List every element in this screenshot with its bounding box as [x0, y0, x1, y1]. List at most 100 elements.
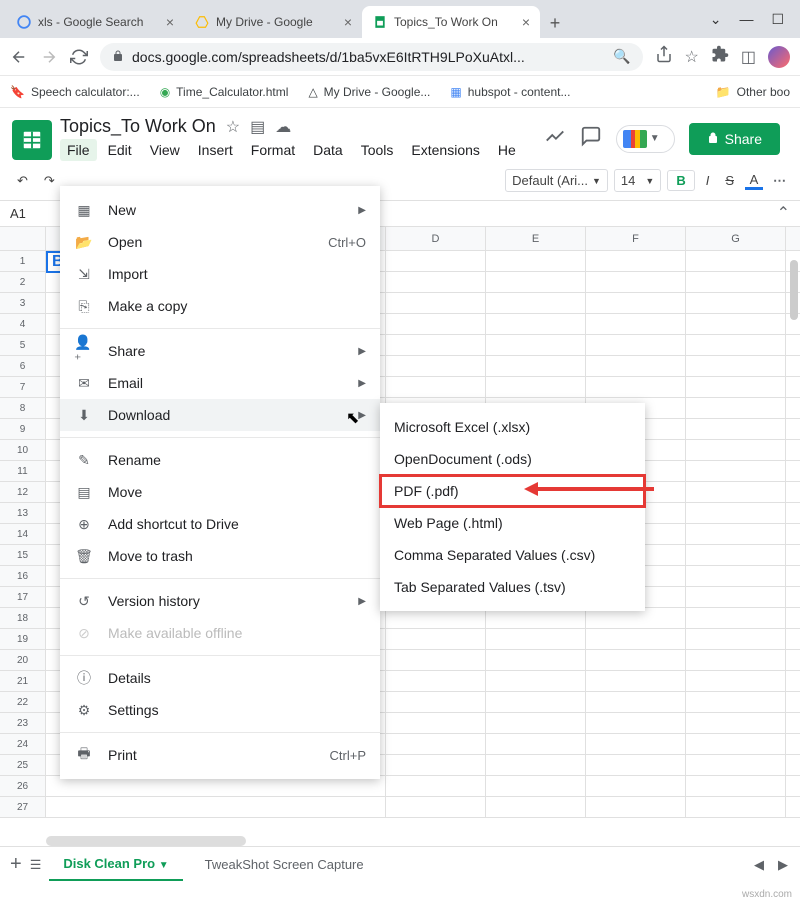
- menu-move[interactable]: ▤Move: [60, 476, 380, 508]
- vertical-scrollbar[interactable]: [790, 260, 798, 320]
- menu-settings[interactable]: ⚙Settings: [60, 694, 380, 726]
- collapse-toolbar-icon[interactable]: ⌃: [777, 203, 790, 223]
- strikethrough-button[interactable]: S: [720, 170, 739, 191]
- horizontal-scrollbar[interactable]: [46, 836, 246, 846]
- download-tsv[interactable]: Tab Separated Values (.tsv): [380, 571, 645, 603]
- menu-share[interactable]: 👤⁺Share▶: [60, 335, 380, 367]
- sheet-nav-right[interactable]: ▶: [778, 857, 788, 873]
- row-header[interactable]: 7: [0, 377, 46, 398]
- menu-version-history[interactable]: ↺Version history▶: [60, 585, 380, 617]
- menu-tools[interactable]: Tools: [354, 139, 401, 161]
- row-header[interactable]: 5: [0, 335, 46, 356]
- row-header[interactable]: 25: [0, 755, 46, 776]
- row-header[interactable]: 26: [0, 776, 46, 797]
- menu-details[interactable]: ⓘDetails: [60, 662, 380, 694]
- row-header[interactable]: 8: [0, 398, 46, 419]
- menu-format[interactable]: Format: [244, 139, 302, 161]
- chevron-down-icon[interactable]: ⌄: [710, 11, 722, 28]
- sidepanel-icon[interactable]: ◫: [741, 47, 756, 67]
- more-button[interactable]: ⋯: [769, 173, 788, 189]
- undo-button[interactable]: ↶: [12, 170, 33, 192]
- all-sheets-button[interactable]: ☰: [30, 857, 42, 873]
- bold-button[interactable]: B: [667, 170, 694, 191]
- document-title[interactable]: Topics_To Work On: [60, 116, 216, 137]
- download-ods[interactable]: OpenDocument (.ods): [380, 443, 645, 475]
- new-tab-button[interactable]: +: [540, 13, 570, 38]
- column-header-g[interactable]: G: [686, 227, 786, 250]
- menu-new[interactable]: ▦New▶: [60, 194, 380, 226]
- italic-button[interactable]: I: [701, 170, 715, 191]
- sheet-nav-left[interactable]: ◀: [754, 857, 764, 873]
- row-header[interactable]: 3: [0, 293, 46, 314]
- row-header[interactable]: 2: [0, 272, 46, 293]
- row-header[interactable]: 16: [0, 566, 46, 587]
- row-header[interactable]: 24: [0, 734, 46, 755]
- cloud-icon[interactable]: ☁: [275, 117, 291, 137]
- browser-tab-2[interactable]: Topics_To Work On ×: [362, 6, 540, 38]
- bookmark-0[interactable]: 🔖Speech calculator:...: [10, 85, 140, 99]
- download-html[interactable]: Web Page (.html): [380, 507, 645, 539]
- maximize-icon[interactable]: ☐: [771, 11, 784, 28]
- row-header[interactable]: 11: [0, 461, 46, 482]
- column-header-f[interactable]: F: [586, 227, 686, 250]
- redo-button[interactable]: ↷: [39, 170, 60, 192]
- menu-insert[interactable]: Insert: [191, 139, 240, 161]
- row-header[interactable]: 20: [0, 650, 46, 671]
- font-size-select[interactable]: 14▼: [614, 169, 661, 192]
- bookmark-2[interactable]: △My Drive - Google...: [308, 85, 430, 99]
- omnibox[interactable]: docs.google.com/spreadsheets/d/1ba5vxE6I…: [100, 43, 643, 71]
- browser-tab-0[interactable]: xls - Google Search ×: [6, 6, 184, 38]
- back-button[interactable]: [10, 48, 28, 66]
- column-header-d[interactable]: D: [386, 227, 486, 250]
- menu-import[interactable]: ⇲Import: [60, 258, 380, 290]
- star-icon[interactable]: ☆: [685, 47, 699, 67]
- menu-print[interactable]: 🖶PrintCtrl+P: [60, 739, 380, 771]
- activity-icon[interactable]: [544, 125, 566, 152]
- menu-email[interactable]: ✉Email▶: [60, 367, 380, 399]
- reload-button[interactable]: [70, 48, 88, 66]
- row-header[interactable]: 9: [0, 419, 46, 440]
- row-header[interactable]: 1: [0, 251, 46, 272]
- close-icon[interactable]: ×: [522, 14, 530, 30]
- comments-icon[interactable]: [580, 125, 602, 152]
- forward-button[interactable]: [40, 48, 58, 66]
- menu-rename[interactable]: ✎Rename: [60, 444, 380, 476]
- profile-avatar[interactable]: [768, 46, 790, 68]
- bookmark-3[interactable]: ▦hubspot - content...: [450, 85, 570, 99]
- share-button[interactable]: Share: [689, 123, 780, 155]
- sheet-tab[interactable]: TweakShot Screen Capture: [191, 849, 378, 880]
- menu-data[interactable]: Data: [306, 139, 350, 161]
- row-header[interactable]: 15: [0, 545, 46, 566]
- download-xlsx[interactable]: Microsoft Excel (.xlsx): [380, 411, 645, 443]
- bookmark-1[interactable]: ◉Time_Calculator.html: [160, 85, 289, 99]
- extensions-icon[interactable]: [711, 45, 729, 68]
- browser-tab-1[interactable]: My Drive - Google ×: [184, 6, 362, 38]
- text-color-button[interactable]: A: [745, 172, 763, 190]
- row-header[interactable]: 13: [0, 503, 46, 524]
- close-icon[interactable]: ×: [344, 14, 352, 30]
- zoom-icon[interactable]: 🔍: [613, 48, 630, 65]
- row-header[interactable]: 14: [0, 524, 46, 545]
- sheet-tab-active[interactable]: Disk Clean Pro ▼: [49, 848, 182, 881]
- move-icon[interactable]: ▤: [250, 117, 265, 137]
- menu-edit[interactable]: Edit: [101, 139, 139, 161]
- share-icon[interactable]: [655, 45, 673, 68]
- column-header-e[interactable]: E: [486, 227, 586, 250]
- font-select[interactable]: Default (Ari...▼: [505, 169, 608, 192]
- select-all-corner[interactable]: [0, 227, 46, 250]
- row-header[interactable]: 17: [0, 587, 46, 608]
- name-box[interactable]: A1: [0, 206, 48, 221]
- star-icon[interactable]: ☆: [226, 117, 240, 137]
- menu-view[interactable]: View: [143, 139, 187, 161]
- row-header[interactable]: 12: [0, 482, 46, 503]
- sheets-logo[interactable]: [12, 120, 52, 160]
- row-header[interactable]: 4: [0, 314, 46, 335]
- menu-add-shortcut[interactable]: ⊕Add shortcut to Drive: [60, 508, 380, 540]
- menu-make-copy[interactable]: ⎘Make a copy: [60, 290, 380, 322]
- row-header[interactable]: 21: [0, 671, 46, 692]
- row-header[interactable]: 23: [0, 713, 46, 734]
- meet-button[interactable]: ▼: [616, 125, 675, 153]
- row-header[interactable]: 27: [0, 797, 46, 818]
- bookmark-folder[interactable]: 📁Other boo: [716, 85, 790, 99]
- menu-file[interactable]: File: [60, 139, 97, 161]
